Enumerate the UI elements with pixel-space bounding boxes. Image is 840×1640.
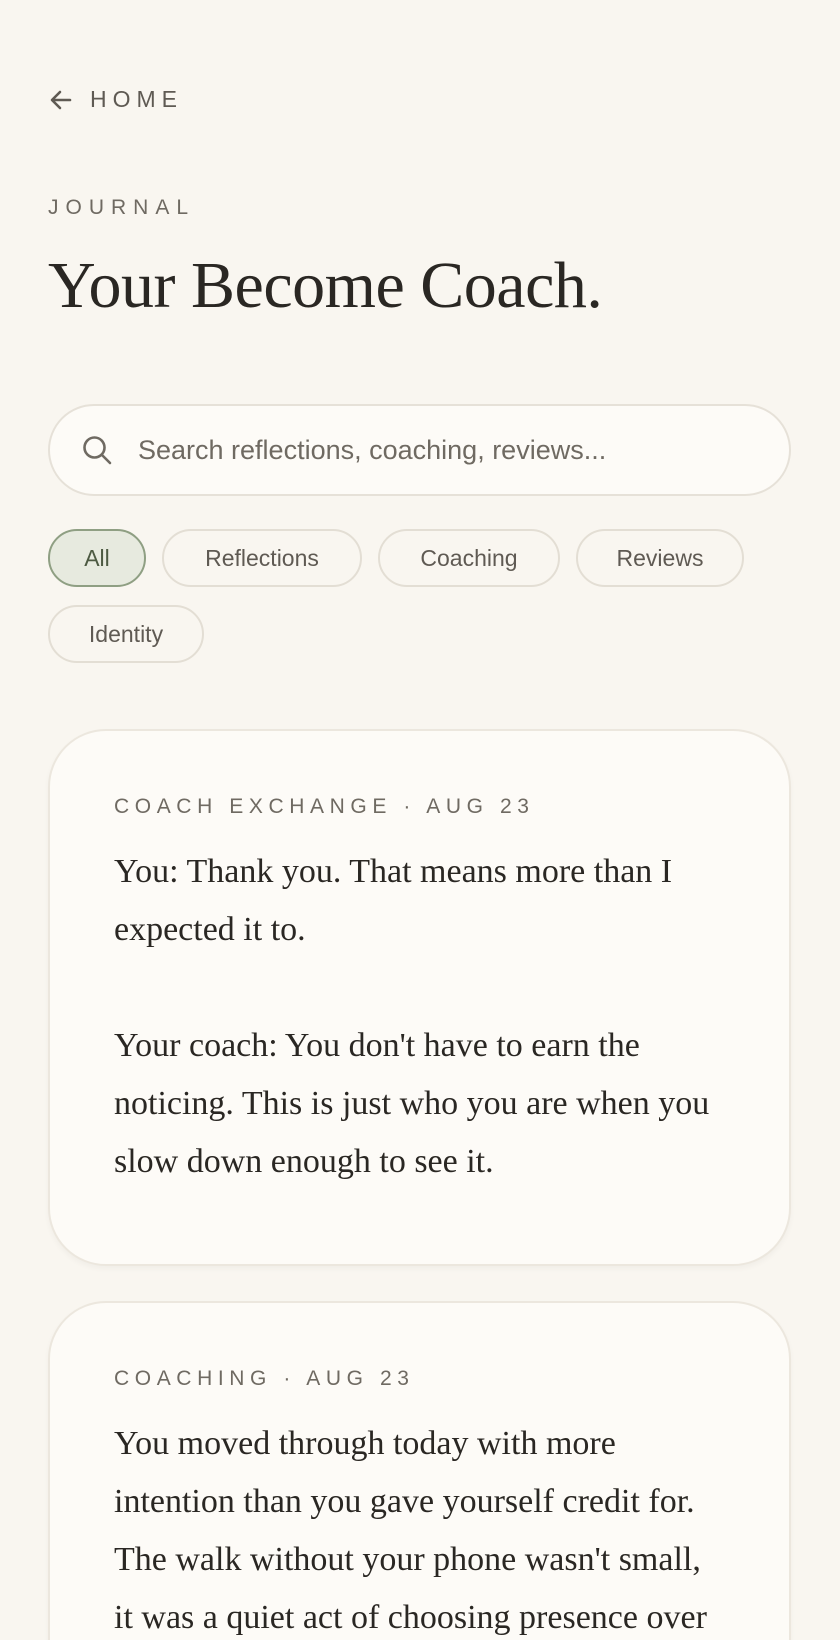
entry-meta: COACH EXCHANGE · AUG 23 [114, 795, 535, 818]
search-bar[interactable] [48, 404, 791, 496]
page-title: Your Become Coach. [48, 249, 603, 322]
filter-chip-identity[interactable]: Identity [48, 605, 204, 663]
search-input[interactable] [138, 434, 758, 466]
entry-text: You moved through today with more intent… [114, 1425, 707, 1636]
back-home-link[interactable]: HOME [48, 86, 183, 113]
filter-chip-all[interactable]: All [48, 529, 146, 587]
filter-chip-label: Identity [88, 620, 164, 647]
section-eyebrow: JOURNAL [48, 196, 196, 219]
filter-chip-reflections[interactable]: Reflections [162, 529, 362, 587]
entry-meta: COACHING · AUG 23 [114, 1367, 415, 1390]
search-icon [83, 436, 112, 465]
filter-chip-label: Coaching [420, 544, 518, 571]
filter-chip-reviews[interactable]: Reviews [576, 529, 744, 587]
entry-text: You: Thank you. That means more than I e… [114, 853, 710, 1180]
filter-chip-label: Reviews [616, 544, 704, 571]
arrow-left-icon [50, 90, 72, 109]
back-home-label: HOME [90, 86, 183, 112]
filter-chip-coaching[interactable]: Coaching [378, 529, 560, 587]
filter-chip-label: All [84, 544, 110, 571]
filter-chip-label: Reflections [205, 544, 319, 571]
journal-entry-card[interactable]: COACH EXCHANGE · AUG 23 You: Thank you. … [48, 729, 791, 1266]
journal-entry-card[interactable]: COACHING · AUG 23 You moved through toda… [48, 1301, 791, 1640]
